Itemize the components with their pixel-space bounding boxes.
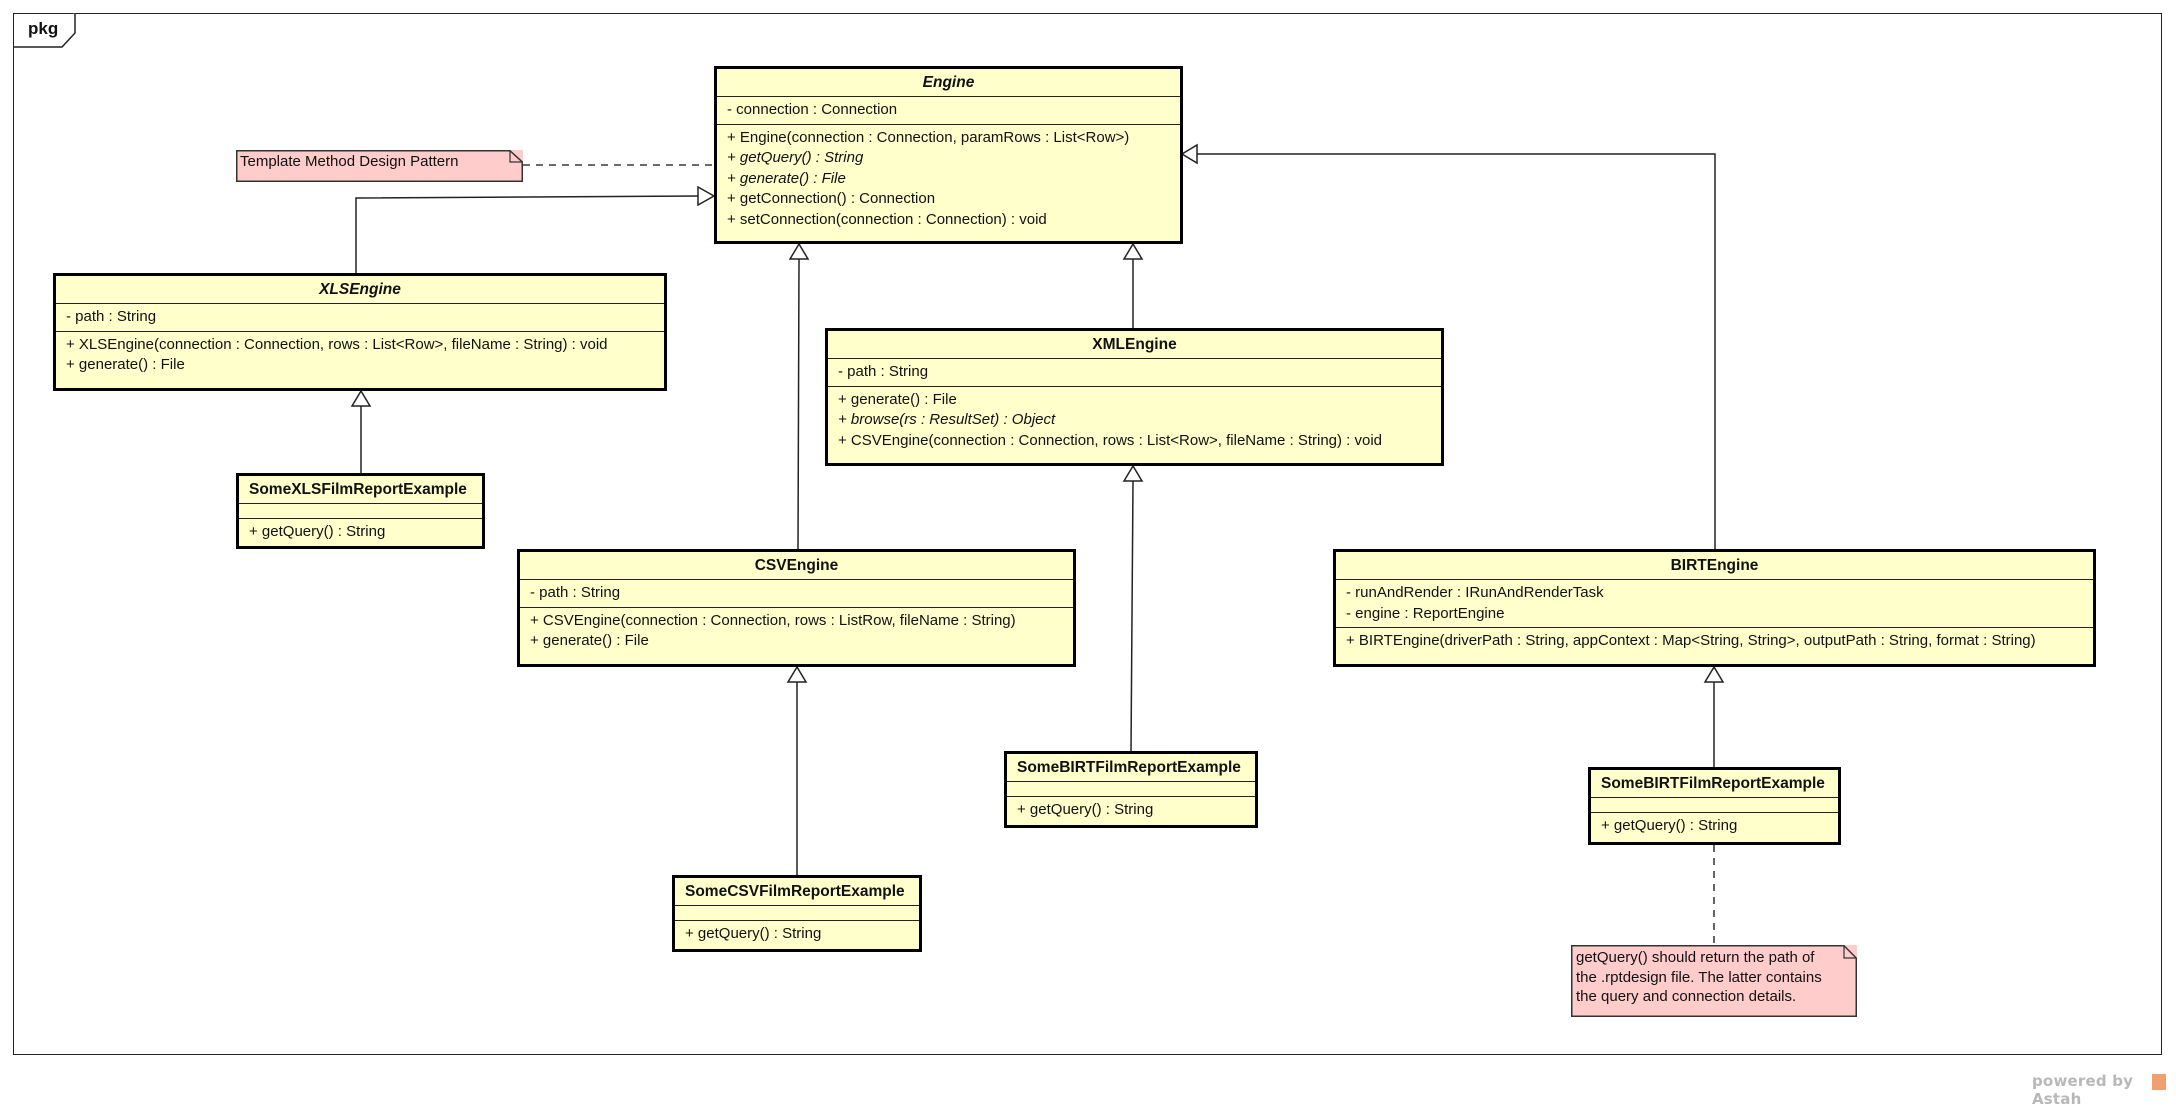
generalization-arrowhead [1180,143,1198,165]
astah-logo-icon [2152,1074,2166,1090]
class-operation: + generate() : File [66,356,185,373]
class-operation: + generate() : File [727,169,846,187]
class-name: SomeCSVFilmReportExample [675,878,919,906]
class-name: SomeBIRTFilmReportExample [1007,754,1255,782]
class-operation: + getConnection() : Connection [727,190,936,207]
class-attribute: - path : String [66,308,157,325]
class-operation: + getQuery() : String [1601,817,1738,834]
note-text: getQuery() should return the path of the… [1576,949,1822,1005]
generalization-csv-engine [797,258,800,550]
class-attributes: - path : String [520,580,1073,608]
class-operation: + XLSEngine(connection : Connection, row… [66,335,608,353]
class-birt-engine[interactable]: BIRTEngine - runAndRender : IRunAndRende… [1333,549,2096,667]
class-name: Engine [717,69,1180,97]
class-operations: + XLSEngine(connection : Connection, row… [56,332,664,380]
class-operation: + getQuery() : String [249,523,386,540]
class-some-csv-film-report-example[interactable]: SomeCSVFilmReportExample + getQuery() : … [672,875,922,952]
class-operations: + Engine(connection : Connection, paramR… [717,125,1180,235]
package-label: pkg [28,19,59,38]
generalization-xls-engine [355,195,701,273]
class-attributes: - path : String [56,304,664,332]
class-csv-engine[interactable]: CSVEngine - path : String + CSVEngine(co… [517,549,1076,667]
generalization-arrowhead [697,185,716,207]
class-some-birt-film-report-example-xml[interactable]: SomeBIRTFilmReportExample + getQuery() :… [1004,751,1258,828]
class-operation: + CSVEngine(connection : Connection, row… [530,611,1016,629]
class-attribute: - connection : Connection [727,101,898,118]
note-text: Template Method Design Pattern [240,153,459,170]
class-operation: + Engine(connection : Connection, paramR… [727,128,1130,146]
class-name: XLSEngine [56,276,664,304]
class-name: BIRTEngine [1336,552,2093,580]
class-name: SomeBIRTFilmReportExample [1591,770,1838,798]
class-operations: + CSVEngine(connection : Connection, row… [520,608,1073,656]
note-template-method[interactable]: Template Method Design Pattern [236,150,523,182]
class-name: CSVEngine [520,552,1073,580]
class-attributes: - runAndRender : IRunAndRenderTask - engi… [1336,580,2093,628]
class-operations: + getQuery() : String [675,921,919,949]
class-operation: + CSVEngine(connection : Connection, row… [838,431,1383,449]
class-attribute: - runAndRender : IRunAndRenderTask [1346,584,1604,601]
class-operation: + generate() : File [838,390,957,408]
class-operations: + getQuery() : String [1007,797,1255,825]
class-name: XMLEngine [828,331,1441,359]
class-operation: + setConnection(connection : Connection)… [727,210,1047,228]
class-operations: + generate() : File + browse(rs : ResultS… [828,387,1441,456]
class-attribute: - path : String [530,584,621,601]
generalization-arrowhead [788,242,810,260]
class-engine[interactable]: Engine - connection : Connection + Engin… [714,66,1183,244]
diagram-canvas: pkg Template Method Design Pattern getQu… [0,0,2176,1108]
generalization-arrowhead [350,389,372,407]
class-operation: + generate() : File [530,632,649,649]
class-operation: + BIRTEngine(driverPath : String, appCon… [1346,632,2036,649]
class-xml-engine[interactable]: XMLEngine - path : String + generate() :… [825,328,1444,466]
class-operation: + getQuery() : String [685,925,822,942]
generalization-arrowhead [786,665,808,683]
class-some-xls-film-report-example[interactable]: SomeXLSFilmReportExample + getQuery() : … [236,473,485,549]
note-birt-query[interactable]: getQuery() should return the path of the… [1571,945,1857,1017]
class-name: SomeXLSFilmReportExample [239,476,482,504]
class-attributes [675,906,919,921]
generalization-arrowhead [1703,665,1725,683]
class-operation: + browse(rs : ResultSet) : Object [838,411,1056,428]
class-operations: + BIRTEngine(driverPath : String, appCon… [1336,628,2093,656]
class-attribute: - path : String [838,363,929,380]
class-attributes: - connection : Connection [717,97,1180,125]
class-attribute: - engine : ReportEngine [1346,604,1505,622]
generalization-arrowhead [1122,242,1144,260]
class-attributes [239,504,482,519]
class-operations: + getQuery() : String [239,519,482,547]
generalization-arrowhead [1122,464,1144,482]
class-attributes [1591,798,1838,813]
class-some-birt-film-report-example[interactable]: SomeBIRTFilmReportExample + getQuery() :… [1588,767,1841,845]
class-operation: + getQuery() : String [1017,801,1154,818]
class-operation: + getQuery() : String [727,149,864,166]
generalization-somebirt-xml [1130,480,1134,752]
class-operations: + getQuery() : String [1591,813,1838,841]
class-attributes [1007,782,1255,797]
class-xls-engine[interactable]: XLSEngine - path : String + XLSEngine(co… [53,273,667,391]
class-attributes: - path : String [828,359,1441,387]
